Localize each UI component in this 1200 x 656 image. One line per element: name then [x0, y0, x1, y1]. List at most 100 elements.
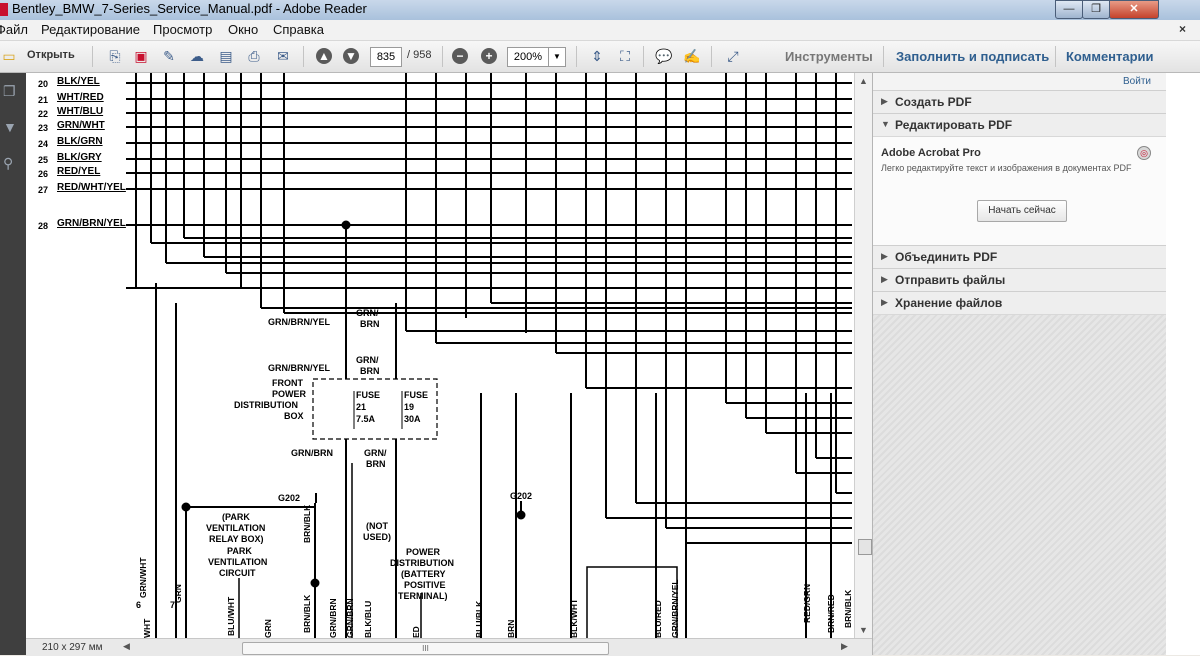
- print-icon[interactable]: ⎙: [245, 47, 263, 65]
- wire-row-number: 20: [38, 79, 48, 89]
- save-icon[interactable]: ▤: [217, 47, 235, 65]
- toolbar: ▭ Открыть ⎘ ▣ ✎ ☁ ▤ ⎙ ✉ ▲ ▼ 835 / 958 − …: [0, 41, 1200, 73]
- section-label: Создать PDF: [895, 95, 972, 109]
- create-pdf-icon[interactable]: ⎘: [106, 47, 124, 65]
- label: RELAY BOX): [209, 534, 264, 544]
- menu-view[interactable]: Просмотр: [153, 22, 212, 37]
- label: (BATTERY: [401, 569, 446, 579]
- export-icon[interactable]: ▣: [132, 47, 150, 65]
- label: BRN: [366, 459, 386, 469]
- maximize-button[interactable]: ❐: [1082, 0, 1110, 19]
- vertical-scrollbar[interactable]: ▲ ▼: [854, 73, 873, 638]
- vertical-wire-label: BLU/RED: [653, 600, 663, 638]
- expand-arrow-icon: ▶: [881, 274, 888, 284]
- folder-icon[interactable]: ▭: [0, 47, 18, 65]
- acrobat-logo-icon: ◎: [1137, 146, 1151, 160]
- menu-edit[interactable]: Редактирование: [41, 22, 140, 37]
- tools-panel: Войти ▶ Создать PDF ▼ Редактировать PDF …: [872, 73, 1167, 655]
- section-edit-pdf[interactable]: ▼ Редактировать PDF: [873, 113, 1167, 137]
- page-up-icon[interactable]: ▲: [316, 48, 332, 64]
- attachments-icon[interactable]: ⚲: [3, 155, 19, 171]
- wire-row-number: 23: [38, 123, 48, 133]
- label: GRN/: [364, 448, 387, 458]
- page-number-input[interactable]: 835: [370, 47, 402, 67]
- vertical-wire-label: BLU/WHT: [226, 596, 236, 636]
- menu-help[interactable]: Справка: [273, 22, 324, 37]
- menu-file[interactable]: Файл: [0, 22, 28, 37]
- comment-icon[interactable]: 💬: [655, 47, 673, 65]
- vertical-wire-label: BRN/RED: [826, 594, 836, 633]
- label: 7.5A: [356, 414, 376, 424]
- label: 30A: [404, 414, 421, 424]
- scroll-left-icon[interactable]: ◀: [123, 641, 130, 652]
- page-down-icon[interactable]: ▼: [343, 48, 359, 64]
- menu-window[interactable]: Окно: [228, 22, 258, 37]
- component-outline: [586, 566, 678, 638]
- email-icon[interactable]: ✉: [274, 47, 292, 65]
- label: G202: [278, 493, 300, 503]
- label: G202: [510, 491, 532, 501]
- cloud-upload-icon[interactable]: ☁: [188, 47, 206, 65]
- close-document-icon[interactable]: ×: [1179, 22, 1186, 36]
- section-send-files[interactable]: ▶ Отправить файлы: [873, 268, 1167, 292]
- minimize-button[interactable]: —: [1055, 0, 1083, 19]
- label: FUSE: [404, 390, 428, 400]
- wire-row-label: WHT/RED: [57, 92, 104, 103]
- edit-icon[interactable]: ✎: [160, 47, 178, 65]
- login-link[interactable]: Войти: [1123, 76, 1151, 87]
- vertical-wire-label: GRN/BRN: [345, 598, 355, 638]
- fit-page-icon[interactable]: ⇕: [588, 47, 606, 65]
- wire-row-label: GRN/WHT: [57, 120, 105, 131]
- fullscreen-icon[interactable]: ⛶: [616, 47, 634, 65]
- scroll-right-icon[interactable]: ▶: [841, 641, 848, 652]
- bookmarks-icon[interactable]: ▼: [3, 119, 19, 135]
- label: POWER: [406, 547, 441, 557]
- vertical-wire-label: ED: [411, 626, 421, 638]
- start-now-button[interactable]: Начать сейчас: [977, 200, 1067, 222]
- open-button[interactable]: Открыть: [27, 49, 75, 61]
- diagram-labels: GRN/BRN/YEL GRN/ BRN GRN/BRN/YEL GRN/ BR…: [136, 308, 532, 610]
- scroll-up-icon[interactable]: ▲: [859, 76, 868, 86]
- label: GRN/BRN: [291, 448, 333, 458]
- vertical-wire-label: WHT: [142, 618, 152, 638]
- label: TERMINAL): [398, 591, 448, 601]
- zoom-input[interactable]: 200%: [507, 47, 549, 67]
- zoom-in-icon[interactable]: +: [481, 48, 497, 64]
- wiring-diagram: 20 BLK/YEL 21 WHT/RED 22 WHT/BLU 23 GRN/WHT 24 BL…: [38, 73, 853, 638]
- vertical-wire-label: BRN/BLK: [302, 504, 312, 543]
- tab-tools[interactable]: Инструменты: [785, 49, 873, 64]
- label: POWER: [272, 389, 307, 399]
- label: FRONT: [272, 378, 303, 388]
- vertical-wire-label: GRN/BRN: [328, 598, 338, 638]
- splice-dot: [516, 510, 526, 520]
- scroll-grip[interactable]: [858, 539, 872, 555]
- section-combine-pdf[interactable]: ▶ Объединить PDF: [873, 245, 1167, 269]
- wire-row-labels: 20 BLK/YEL 21 WHT/RED 22 WHT/BLU 23 GRN/WHT 24 BL…: [38, 76, 126, 231]
- scroll-down-icon[interactable]: ▼: [859, 625, 868, 635]
- left-navigation-pane: ❐ ▼ ⚲: [0, 73, 26, 655]
- toolbar-separator: [576, 46, 577, 67]
- close-window-button[interactable]: ✕: [1109, 0, 1159, 19]
- highlight-icon[interactable]: ✍: [683, 47, 701, 65]
- vertical-wire-label: BLK/WHT: [569, 598, 579, 638]
- window-title: Bentley_BMW_7-Series_Service_Manual.pdf …: [12, 1, 367, 16]
- section-create-pdf[interactable]: ▶ Создать PDF: [873, 90, 1167, 114]
- tab-comments[interactable]: Комментарии: [1066, 49, 1154, 64]
- tab-fill-sign[interactable]: Заполнить и подписать: [896, 49, 1049, 64]
- toolbar-separator: [883, 46, 884, 67]
- section-file-storage[interactable]: ▶ Хранение файлов: [873, 291, 1167, 315]
- label: GRN/: [356, 355, 379, 365]
- wire-row-number: 27: [38, 185, 48, 195]
- expand-icon[interactable]: ⤢: [724, 47, 742, 65]
- label: USED): [363, 532, 391, 542]
- zoom-out-icon[interactable]: −: [452, 48, 468, 64]
- pages-icon[interactable]: ❐: [3, 83, 19, 99]
- horizontal-scroll-thumb[interactable]: III: [242, 642, 609, 655]
- status-bar: 210 x 297 мм ◀ III ▶: [26, 638, 872, 656]
- zoom-dropdown-icon[interactable]: ▼: [548, 47, 566, 67]
- document-view[interactable]: 20 BLK/YEL 21 WHT/RED 22 WHT/BLU 23 GRN/WHT 24 BL…: [26, 73, 854, 638]
- wire-row-number: 25: [38, 155, 48, 165]
- toolbar-separator: [92, 46, 93, 67]
- section-label: Отправить файлы: [895, 273, 1006, 287]
- wire-row-label: BLK/GRN: [57, 136, 103, 147]
